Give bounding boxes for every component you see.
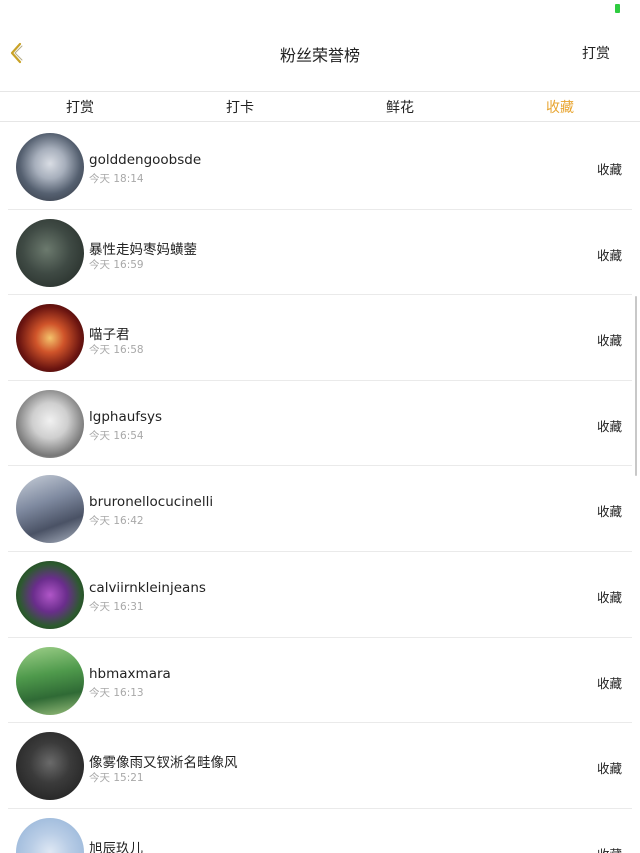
timestamp: 今天 16:54 (89, 429, 144, 442)
avatar[interactable] (16, 646, 84, 715)
user-name: golddengoobsde (89, 152, 202, 168)
collect-label[interactable]: 收藏 (597, 844, 622, 853)
back-button[interactable] (4, 36, 28, 70)
tab-flowers[interactable]: 鲜花 (320, 92, 480, 121)
reward-button[interactable]: 打赏 (582, 43, 610, 63)
tab-bar: 打赏 打卡 鲜花 收藏 (0, 91, 640, 122)
timestamp: 今天 18:14 (89, 173, 144, 185)
collect-label[interactable]: 收藏 (597, 416, 622, 435)
avatar[interactable] (16, 560, 84, 629)
navigation-bar: 粉丝荣誉榜 打赏 (0, 18, 640, 90)
avatar[interactable] (16, 218, 84, 287)
list-item[interactable]: 喵子君 今天 16:58 收藏 (8, 295, 632, 381)
user-name: 暴性走妈枣妈蟥蓥 (89, 241, 197, 258)
avatar[interactable] (16, 732, 84, 801)
avatar[interactable] (16, 133, 84, 201)
list-item[interactable]: 旭辰玖儿 收藏 (8, 809, 632, 853)
timestamp: 今天 16:42 (89, 515, 144, 528)
collect-label[interactable]: 收藏 (597, 159, 622, 178)
avatar[interactable] (16, 304, 84, 373)
avatar[interactable] (16, 389, 84, 458)
fan-list: golddengoobsde 今天 18:14 收藏 暴性走妈枣妈蟥蓥 今天 1… (0, 124, 640, 853)
scrollbar[interactable] (635, 296, 637, 476)
timestamp: 今天 15:21 (89, 772, 144, 785)
timestamp: 今天 16:31 (89, 600, 144, 613)
avatar[interactable] (16, 475, 84, 544)
list-item[interactable]: calviirnkleinjeans 今天 16:31 收藏 (8, 552, 632, 638)
tab-checkin[interactable]: 打卡 (160, 92, 320, 121)
collect-label[interactable]: 收藏 (597, 245, 622, 264)
tab-favorites[interactable]: 收藏 (480, 92, 640, 121)
list-item[interactable]: 暴性走妈枣妈蟥蓥 今天 16:59 收藏 (8, 210, 632, 296)
collect-label[interactable]: 收藏 (597, 758, 622, 777)
timestamp: 今天 16:58 (89, 344, 144, 357)
avatar[interactable] (16, 817, 84, 853)
list-item[interactable]: lgphaufsys 今天 16:54 收藏 (8, 381, 632, 467)
user-name: hbmaxmara (89, 665, 171, 682)
collect-label[interactable]: 收藏 (597, 501, 622, 520)
timestamp: 今天 16:59 (89, 258, 144, 271)
user-name: 像雾像雨又钗淅名畦像风 (89, 755, 238, 772)
page-title: 粉丝荣誉榜 (279, 46, 360, 65)
fan-honor-screen: 粉丝荣誉榜 打赏 打赏 打卡 鲜花 收藏 golddengoobsde 今天 1… (0, 0, 640, 853)
collect-label[interactable]: 收藏 (597, 330, 622, 349)
list-item[interactable]: bruronellocucinelli 今天 16:42 收藏 (8, 466, 632, 552)
collect-label[interactable]: 收藏 (597, 587, 622, 606)
battery-icon (615, 4, 620, 13)
chevron-left-icon (10, 42, 23, 64)
user-name: 旭辰玖儿 (89, 840, 143, 853)
user-name: 喵子君 (89, 327, 130, 344)
list-item[interactable]: hbmaxmara 今天 16:13 收藏 (8, 638, 632, 724)
list-item[interactable]: 像雾像雨又钗淅名畦像风 今天 15:21 收藏 (8, 723, 632, 809)
collect-label[interactable]: 收藏 (597, 673, 622, 692)
timestamp: 今天 16:13 (89, 686, 144, 699)
status-bar (0, 0, 640, 18)
tab-reward[interactable]: 打赏 (0, 92, 160, 121)
user-name: calviirnkleinjeans (89, 579, 206, 596)
user-name: lgphaufsys (89, 408, 163, 425)
user-name: bruronellocucinelli (89, 494, 214, 511)
list-item[interactable]: golddengoobsde 今天 18:14 收藏 (8, 124, 632, 210)
